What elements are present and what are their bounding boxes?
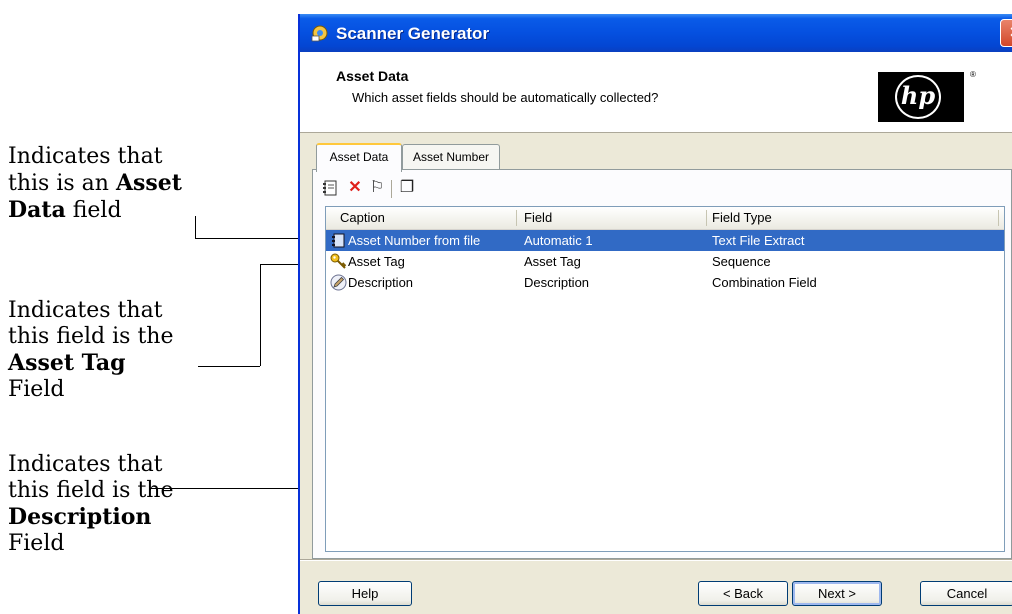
delete-icon[interactable]: ✕ bbox=[345, 178, 365, 198]
fields-list[interactable]: Caption Field Field Type Asset Number fr… bbox=[325, 206, 1005, 552]
pencil-icon bbox=[330, 274, 347, 291]
asset-data-icon bbox=[332, 233, 345, 248]
leader-line-asset-tag bbox=[260, 264, 261, 366]
cell-field: Automatic 1 bbox=[524, 233, 593, 248]
cell-caption: Description bbox=[348, 275, 414, 290]
toolbar-separator bbox=[391, 180, 392, 198]
wizard-header: Asset Data Which asset fields should be … bbox=[300, 52, 1012, 133]
footer-divider bbox=[300, 559, 1012, 560]
table-row[interactable]: Asset Number from file Automatic 1 Text … bbox=[326, 230, 1004, 251]
annotation-line: Description bbox=[8, 504, 152, 530]
leader-line-asset-data bbox=[195, 216, 196, 238]
cancel-button[interactable]: Cancel bbox=[920, 581, 1012, 606]
leader-line-asset-tag bbox=[198, 366, 260, 367]
column-separator[interactable] bbox=[516, 210, 517, 226]
help-button[interactable]: Help bbox=[318, 581, 412, 606]
window-title: Scanner Generator bbox=[336, 24, 490, 43]
annotation-line: this field is the bbox=[8, 478, 174, 503]
annotation-line: Field bbox=[8, 377, 65, 402]
annotation-asset-data: Indicates that this is an Asset Data fie… bbox=[8, 144, 182, 224]
copy-icon[interactable]: ❐ bbox=[397, 178, 417, 198]
flag-icon[interactable]: ⚐ bbox=[367, 178, 387, 198]
page-subtitle: Which asset fields should be automatical… bbox=[352, 90, 659, 105]
tab-asset-data[interactable]: Asset Data bbox=[316, 143, 402, 172]
annotation-line: Indicates that bbox=[8, 144, 163, 169]
column-field-type[interactable]: Field Type bbox=[712, 207, 772, 229]
cell-field-type: Text File Extract bbox=[712, 233, 805, 248]
annotation-line: Field bbox=[8, 531, 65, 556]
annotation-asset-tag: Indicates that this field is the Asset T… bbox=[8, 298, 173, 403]
table-row[interactable]: Asset Tag Asset Tag Sequence bbox=[326, 251, 1004, 272]
cell-caption: Asset Tag bbox=[348, 254, 405, 269]
annotation-line: Indicates that bbox=[8, 298, 163, 323]
annotation-line: Data field bbox=[8, 197, 122, 223]
table-row[interactable]: Description Description Combination Fiel… bbox=[326, 272, 1004, 293]
next-button[interactable]: Next > bbox=[792, 581, 882, 606]
cell-field: Description bbox=[524, 275, 590, 290]
scanner-generator-icon bbox=[311, 25, 328, 42]
cell-field: Asset Tag bbox=[524, 254, 581, 269]
column-separator[interactable] bbox=[998, 210, 999, 226]
hp-logo: hp bbox=[878, 72, 964, 122]
cell-field-type: Sequence bbox=[712, 254, 771, 269]
key-icon bbox=[330, 253, 347, 269]
column-separator[interactable] bbox=[706, 210, 707, 226]
annotation-line: Asset Tag bbox=[8, 350, 126, 376]
registered-mark: ® bbox=[970, 70, 976, 79]
column-caption[interactable]: Caption bbox=[340, 207, 385, 229]
cell-caption: Asset Number from file bbox=[348, 233, 481, 248]
title-bar[interactable]: Scanner Generator × bbox=[300, 14, 1012, 52]
column-field[interactable]: Field bbox=[524, 207, 552, 229]
hp-logo-text: hp bbox=[895, 75, 941, 119]
annotation-line: this field is the bbox=[8, 324, 174, 349]
scanner-generator-window: Scanner Generator × Asset Data Which ass… bbox=[298, 14, 1012, 614]
asset-data-panel: ✕ ⚐ ❐ Caption Field Field Type Asset Num… bbox=[312, 169, 1012, 559]
annotation-line: Indicates that bbox=[8, 452, 163, 477]
cell-field-type: Combination Field bbox=[712, 275, 817, 290]
tab-asset-number[interactable]: Asset Number bbox=[402, 144, 500, 169]
back-button[interactable]: < Back bbox=[698, 581, 788, 606]
annotation-description: Indicates that this field is the Descrip… bbox=[8, 452, 173, 557]
list-header: Caption Field Field Type bbox=[326, 207, 1004, 231]
annotation-line: this is an Asset bbox=[8, 170, 182, 196]
page-title: Asset Data bbox=[336, 68, 409, 84]
close-button[interactable]: × bbox=[1000, 19, 1012, 47]
asset-data-icon[interactable] bbox=[321, 178, 341, 198]
